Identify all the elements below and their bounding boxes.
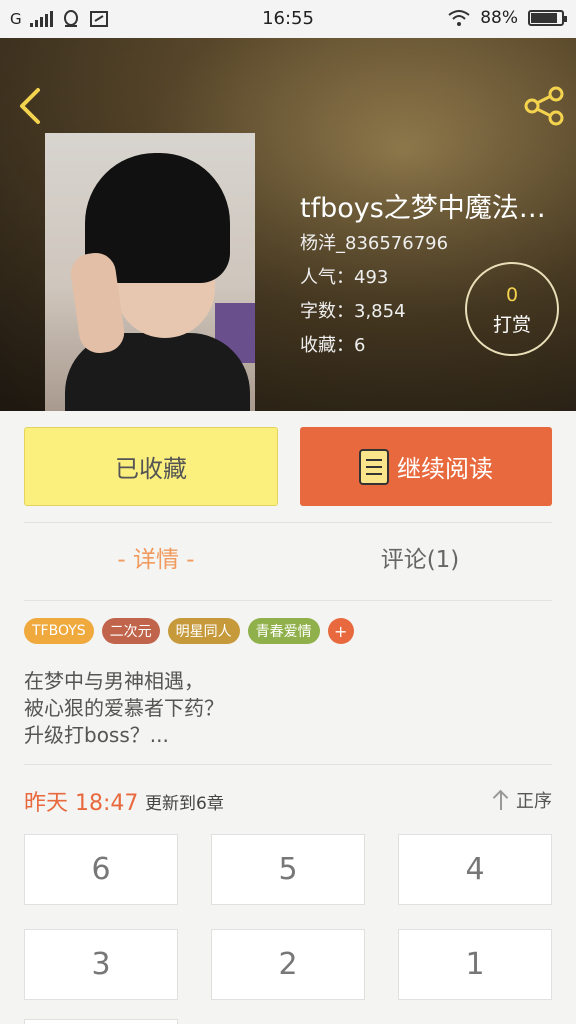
tag-item[interactable]: 明星同人 bbox=[167, 618, 240, 644]
chapter-button[interactable]: 1 bbox=[398, 929, 552, 1000]
sort-arrow-icon bbox=[492, 789, 510, 811]
battery-percent: 88% bbox=[480, 8, 518, 28]
divider bbox=[24, 522, 552, 523]
more-tags-button[interactable]: + bbox=[327, 618, 354, 644]
favorited-button[interactable]: 已收藏 bbox=[24, 427, 278, 506]
favorited-label: 已收藏 bbox=[115, 455, 187, 483]
tag-item[interactable]: 青春爱情 bbox=[247, 618, 320, 644]
status-right: 88% bbox=[448, 8, 567, 28]
book-description[interactable]: 在梦中与男神相遇， 被心狠的爱慕者下药？ 升级打boss？... bbox=[24, 668, 554, 749]
chapter-button-partial[interactable] bbox=[24, 1019, 178, 1024]
chapter-grid: 6 5 4 3 2 1 bbox=[24, 834, 552, 1000]
battery-icon bbox=[528, 10, 567, 26]
sort-order-button[interactable]: 正序 bbox=[492, 787, 552, 813]
chapter-button[interactable]: 6 bbox=[24, 834, 178, 905]
divider bbox=[24, 764, 552, 765]
update-text: 更新到6章 bbox=[145, 794, 224, 814]
popularity-stat: 人气：493 bbox=[300, 267, 389, 288]
tab-comments[interactable]: 评论(1) bbox=[288, 540, 552, 574]
favorites-stat: 收藏：6 bbox=[300, 335, 366, 356]
continue-reading-button[interactable]: 继续阅读 bbox=[300, 427, 552, 506]
tag-list: TFBOYS 二次元 明星同人 青春爱情 + bbox=[24, 618, 354, 644]
reward-label: 打赏 bbox=[492, 314, 531, 336]
tab-detail[interactable]: - 详情 - bbox=[24, 540, 288, 574]
description-line: 被心狠的爱慕者下药？ bbox=[24, 696, 224, 720]
book-icon bbox=[359, 448, 389, 485]
chapter-button[interactable]: 2 bbox=[211, 929, 365, 1000]
sort-label: 正序 bbox=[516, 791, 552, 812]
divider bbox=[24, 600, 552, 601]
reward-count: 0 bbox=[505, 284, 519, 306]
continue-reading-label: 继续阅读 bbox=[397, 455, 493, 483]
battery-level bbox=[531, 13, 557, 23]
back-arrow-icon[interactable] bbox=[14, 86, 48, 126]
tag-item[interactable]: TFBOYS bbox=[24, 618, 94, 644]
book-title: tfboys之梦中魔法… bbox=[300, 193, 546, 224]
share-icon[interactable] bbox=[522, 86, 566, 126]
chapter-button[interactable]: 4 bbox=[398, 834, 552, 905]
tag-item[interactable]: 二次元 bbox=[101, 618, 160, 644]
update-time: 昨天 18:47 bbox=[24, 791, 139, 816]
book-header: tfboys之梦中魔法… 杨洋_836576796 人气：493 字数：3,85… bbox=[0, 38, 576, 411]
description-line: 在梦中与男神相遇， bbox=[24, 669, 204, 693]
reward-button[interactable]: 0 打赏 bbox=[465, 262, 559, 356]
book-author[interactable]: 杨洋_836576796 bbox=[300, 229, 448, 255]
description-line: 升级打boss？... bbox=[24, 723, 169, 747]
wifi-icon bbox=[448, 10, 470, 26]
book-cover-image bbox=[45, 133, 255, 411]
status-bar: G 16:55 88% bbox=[0, 0, 576, 38]
word-count-stat: 字数：3,854 bbox=[300, 301, 406, 322]
chapter-button[interactable]: 3 bbox=[24, 929, 178, 1000]
chapter-button[interactable]: 5 bbox=[211, 834, 365, 905]
